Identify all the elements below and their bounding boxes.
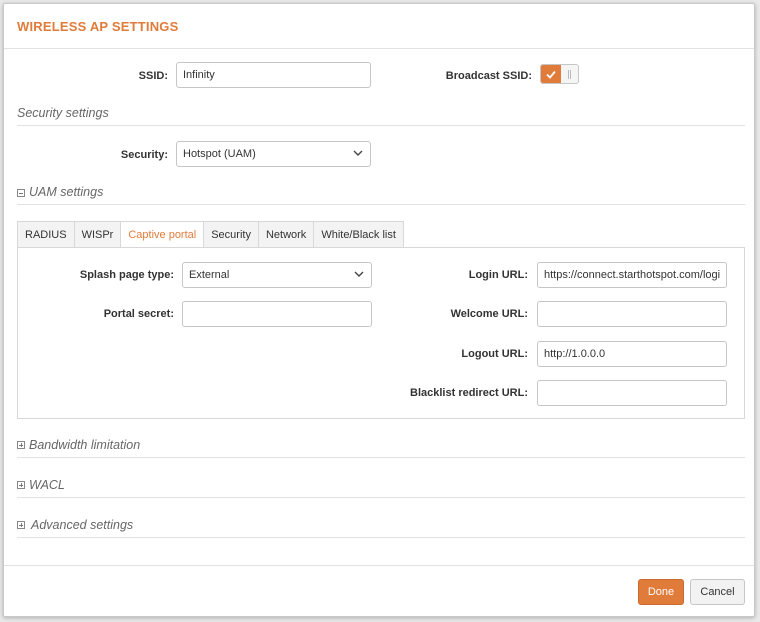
broadcast-ssid-label: Broadcast SSID:	[445, 70, 532, 82]
toggle-grip-icon	[561, 65, 578, 83]
chevron-down-icon	[354, 271, 364, 277]
login-url-label: Login URL:	[468, 269, 528, 281]
splash-page-type-select[interactable]: External	[182, 262, 372, 288]
ssid-input[interactable]	[176, 62, 371, 88]
wacl-heading[interactable]: WACL	[29, 478, 65, 492]
login-url-input[interactable]	[537, 262, 727, 288]
footer-divider	[4, 565, 754, 566]
done-button[interactable]: Done	[638, 579, 684, 605]
logout-url-input[interactable]	[537, 341, 727, 367]
welcome-url-input[interactable]	[537, 301, 727, 327]
portal-secret-input[interactable]	[182, 301, 372, 327]
welcome-url-label: Welcome URL:	[450, 308, 528, 320]
broadcast-ssid-toggle[interactable]	[540, 64, 579, 84]
wacl-divider	[17, 497, 745, 498]
uam-tabs: RADIUS WISPr Captive portal Security Net…	[17, 221, 404, 248]
expand-plus-icon[interactable]	[17, 441, 25, 449]
tab-white-black-list[interactable]: White/Black list	[313, 221, 404, 248]
advanced-divider	[17, 537, 745, 538]
chevron-down-icon	[353, 150, 363, 156]
uam-settings-divider	[17, 204, 745, 205]
splash-page-type-label: Splash page type:	[79, 269, 174, 281]
blacklist-redirect-url-input[interactable]	[537, 380, 727, 406]
expand-plus-icon[interactable]	[17, 521, 25, 529]
uam-settings-heading[interactable]: UAM settings	[29, 185, 103, 199]
dialog-title: WIRELESS AP SETTINGS	[17, 19, 179, 34]
security-settings-divider	[17, 125, 745, 126]
security-select-value: Hotspot (UAM)	[183, 148, 256, 160]
splash-page-type-value: External	[189, 269, 230, 281]
ssid-label: SSID:	[138, 70, 168, 82]
portal-secret-label: Portal secret:	[103, 308, 174, 320]
expand-plus-icon[interactable]	[17, 481, 25, 489]
advanced-settings-heading[interactable]: Advanced settings	[31, 518, 133, 532]
tab-network[interactable]: Network	[257, 221, 314, 248]
blacklist-redirect-url-label: Blacklist redirect URL:	[410, 387, 528, 399]
security-label: Security:	[120, 149, 168, 161]
logout-url-label: Logout URL:	[461, 348, 528, 360]
collapse-minus-icon[interactable]	[17, 189, 25, 197]
tab-security[interactable]: Security	[203, 221, 258, 248]
tab-radius[interactable]: RADIUS	[17, 221, 74, 248]
wireless-ap-settings-dialog: WIRELESS AP SETTINGS SSID: Broadcast SSI…	[3, 3, 755, 617]
tab-captive-portal[interactable]: Captive portal	[120, 221, 204, 248]
bandwidth-divider	[17, 457, 745, 458]
security-settings-heading: Security settings	[17, 106, 109, 120]
cancel-button[interactable]: Cancel	[690, 579, 745, 605]
title-divider	[4, 48, 754, 49]
security-select[interactable]: Hotspot (UAM)	[176, 141, 371, 167]
check-icon	[541, 65, 561, 83]
bandwidth-limitation-heading[interactable]: Bandwidth limitation	[29, 438, 140, 452]
tab-wispr[interactable]: WISPr	[73, 221, 121, 248]
